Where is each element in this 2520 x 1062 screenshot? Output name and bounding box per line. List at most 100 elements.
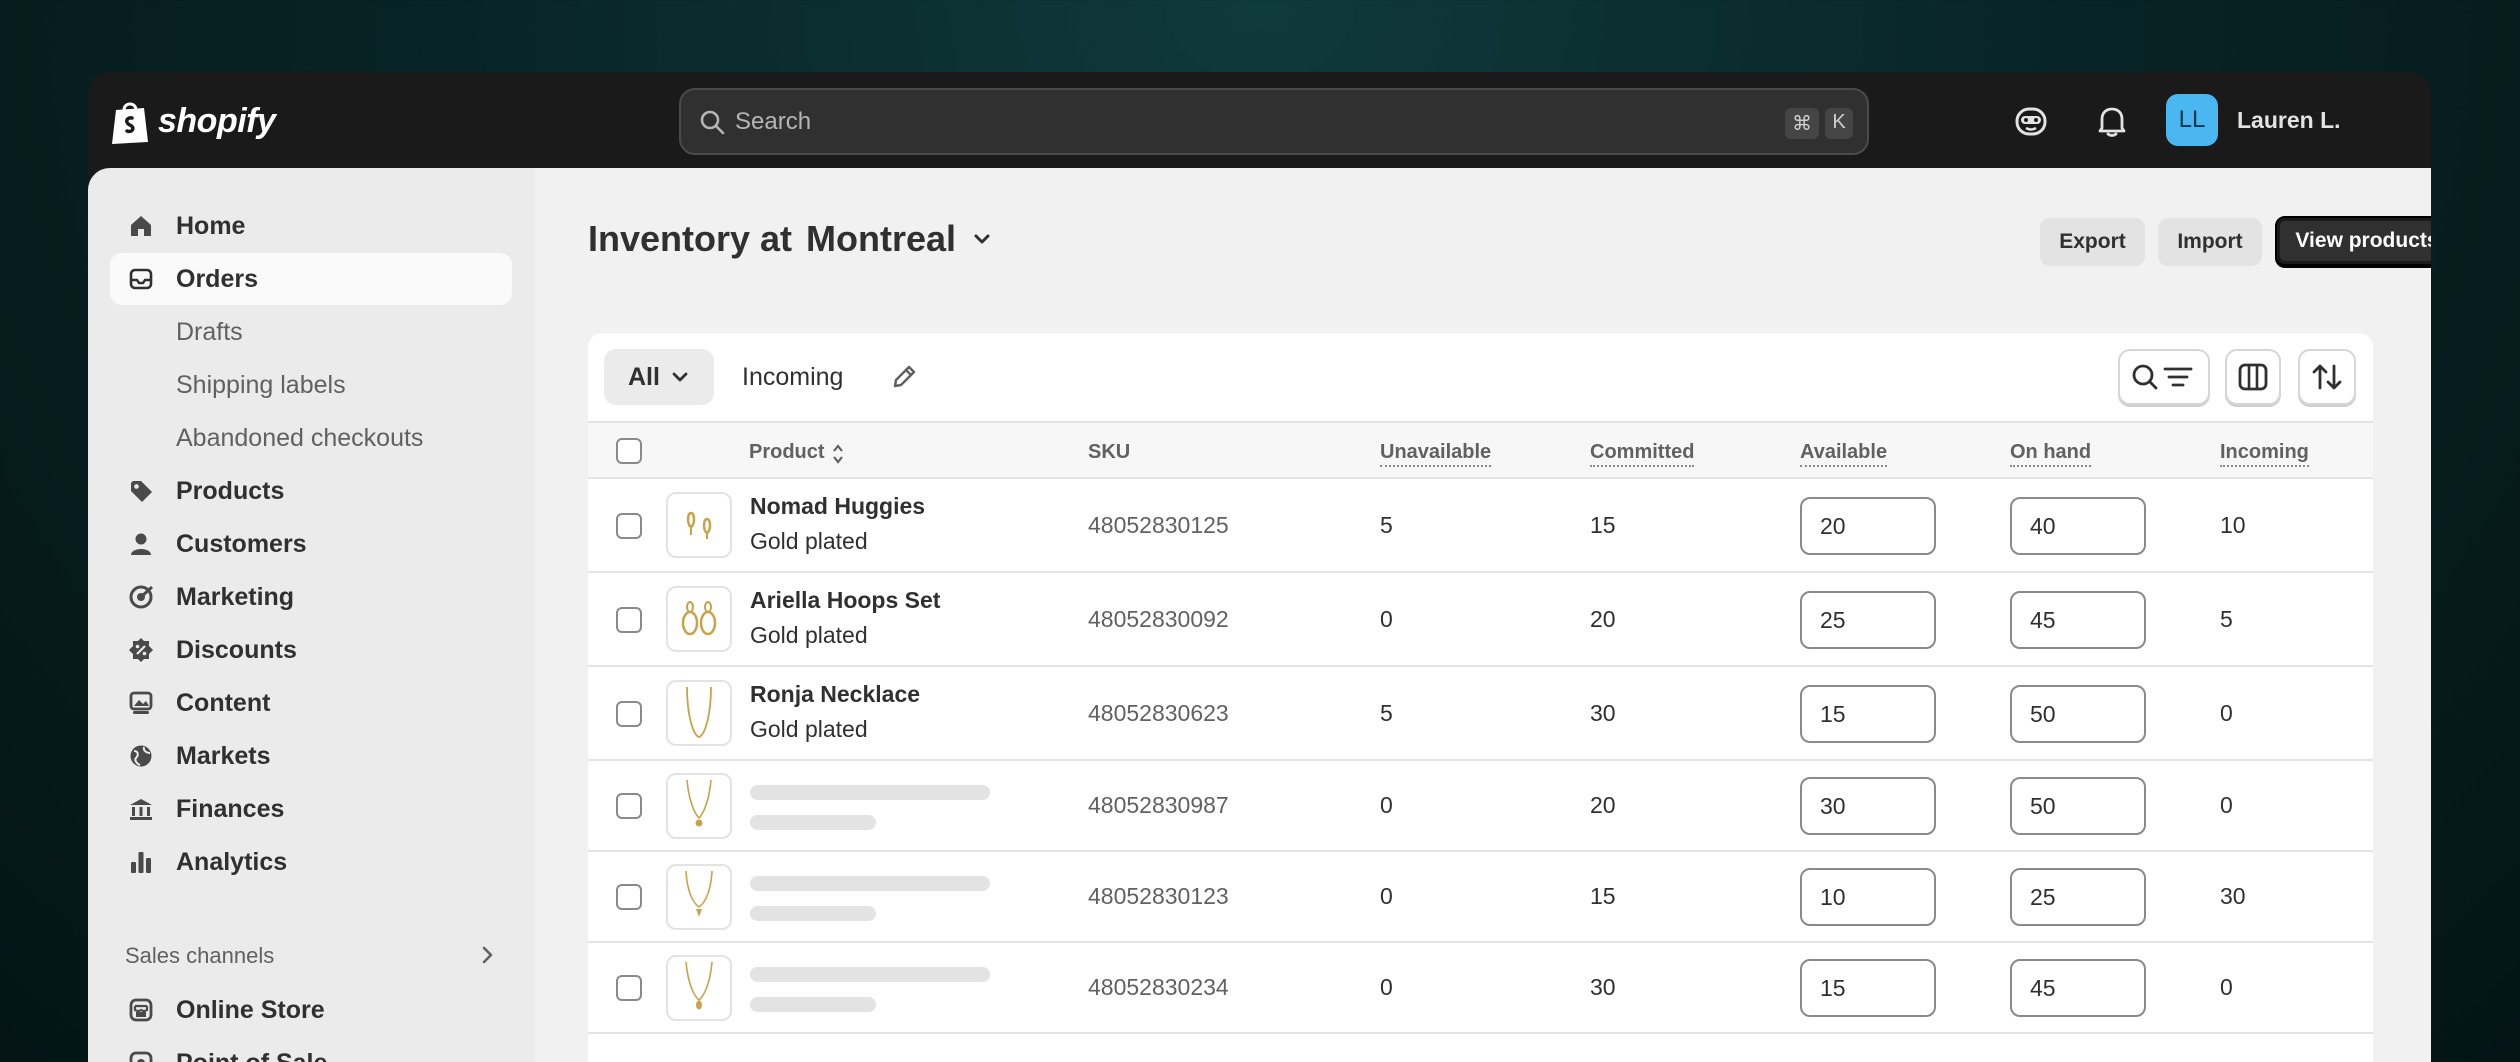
product-thumbnail <box>666 586 732 652</box>
search-filter-button[interactable] <box>2118 349 2210 405</box>
row-checkbox[interactable] <box>616 701 642 727</box>
column-header-committed[interactable]: Committed <box>1590 441 1695 467</box>
sidebar-item-label: Finances <box>176 794 285 823</box>
sidebar-item-markets[interactable]: Markets <box>110 730 512 782</box>
column-header-available[interactable]: Available <box>1800 441 1888 467</box>
select-all-checkbox[interactable] <box>616 438 642 464</box>
table-row[interactable]: Ariella Hoops Set Gold plated 4805283009… <box>588 573 2373 667</box>
on-hand-input[interactable]: 25 <box>2010 868 2146 926</box>
loading-skeleton <box>750 815 876 830</box>
sidebar-item-online-store[interactable]: Online Store <box>110 984 512 1036</box>
on-hand-input[interactable]: 50 <box>2010 777 2146 835</box>
import-button[interactable]: Import <box>2158 218 2262 266</box>
sidebar-item-marketing[interactable]: Marketing <box>110 571 512 623</box>
available-input[interactable]: 15 <box>1800 959 1936 1017</box>
row-checkbox[interactable] <box>616 884 642 910</box>
shopify-logo[interactable]: shopify <box>110 98 276 144</box>
table-row[interactable]: Nomad Huggies Gold plated 48052830125 5 … <box>588 479 2373 573</box>
committed-value: 20 <box>1590 792 1616 818</box>
table-row[interactable]: 48052830987 0 20 30 50 0 <box>588 761 2373 852</box>
tab-label: Incoming <box>742 362 844 391</box>
sidebar-item-label: Discounts <box>176 635 297 664</box>
avatar[interactable]: LL <box>2166 94 2218 146</box>
command-key: ⌘ <box>1785 108 1819 139</box>
sidebar-item-content[interactable]: Content <box>110 677 512 729</box>
row-checkbox[interactable] <box>616 793 642 819</box>
product-thumbnail <box>666 864 732 930</box>
user-name[interactable]: Lauren L. <box>2237 107 2341 134</box>
product-name[interactable]: Ronja Necklace <box>750 681 920 708</box>
available-input[interactable]: 15 <box>1800 685 1936 743</box>
tab-all[interactable]: All <box>604 349 714 405</box>
location-selector[interactable]: Montreal <box>806 218 956 260</box>
row-checkbox[interactable] <box>616 975 642 1001</box>
pendant-necklace-image-icon <box>685 961 713 1010</box>
unavailable-value: 0 <box>1380 792 1393 818</box>
product-thumbnail <box>666 680 732 746</box>
orders-icon <box>129 268 153 290</box>
on-hand-input[interactable]: 45 <box>2010 959 2146 1017</box>
table-header: Product SKU Unavailable Committed Availa… <box>588 421 2373 479</box>
sidebar-item-orders[interactable]: Orders <box>110 253 512 305</box>
tab-incoming[interactable]: Incoming <box>726 349 866 405</box>
chevron-down-icon <box>672 372 688 382</box>
edit-pencil-icon[interactable] <box>889 362 919 392</box>
export-button[interactable]: Export <box>2040 218 2145 266</box>
row-checkbox[interactable] <box>616 513 642 539</box>
sidebar-item-point-of-sale[interactable]: Point of Sale <box>110 1037 512 1062</box>
chevron-right-icon[interactable] <box>478 944 498 966</box>
sidebar-item-abandoned-checkouts[interactable]: Abandoned checkouts <box>110 412 512 464</box>
sort-arrows-icon[interactable] <box>830 443 846 465</box>
loading-skeleton <box>750 876 990 891</box>
notifications-button[interactable] <box>2093 102 2131 140</box>
column-header-on-hand[interactable]: On hand <box>2010 441 2092 467</box>
sidebar-item-products[interactable]: Products <box>110 465 512 517</box>
available-input[interactable]: 10 <box>1800 868 1936 926</box>
sidebar-item-analytics[interactable]: Analytics <box>110 836 512 888</box>
sidebar-item-label: Home <box>176 211 246 240</box>
sidebar-subitem-label: Shipping labels <box>176 370 346 399</box>
sidebar-item-customers[interactable]: Customers <box>110 518 512 570</box>
incoming-value: 5 <box>2220 606 2233 632</box>
column-header-unavailable[interactable]: Unavailable <box>1380 441 1492 467</box>
available-input[interactable]: 25 <box>1800 591 1936 649</box>
search-input[interactable]: Search ⌘ K <box>679 88 1869 155</box>
on-hand-input[interactable]: 40 <box>2010 497 2146 555</box>
product-variant: Gold plated <box>750 528 868 554</box>
table-row[interactable]: 48052830123 0 15 10 25 30 <box>588 852 2373 943</box>
search-filter-icon <box>2132 364 2193 390</box>
sidekick-button[interactable] <box>2012 102 2050 140</box>
incoming-value: 10 <box>2220 512 2246 538</box>
columns-button[interactable] <box>2225 349 2281 405</box>
sidebar-item-drafts[interactable]: Drafts <box>110 306 512 358</box>
on-hand-input[interactable]: 45 <box>2010 591 2146 649</box>
row-checkbox[interactable] <box>616 607 642 633</box>
sidebar-item-label: Orders <box>176 264 258 293</box>
sidebar-item-discounts[interactable]: Discounts <box>110 624 512 676</box>
sku-value: 48052830234 <box>1088 974 1229 1000</box>
target-icon <box>129 585 154 609</box>
available-input[interactable]: 20 <box>1800 497 1936 555</box>
available-input[interactable]: 30 <box>1800 777 1936 835</box>
person-icon <box>131 533 151 555</box>
column-header-product[interactable]: Product <box>749 441 825 464</box>
product-name[interactable]: Ariella Hoops Set <box>750 587 940 614</box>
column-header-incoming[interactable]: Incoming <box>2220 441 2309 467</box>
main-content: Inventory at Montreal Export Import View… <box>535 168 2431 1062</box>
product-variant: Gold plated <box>750 716 868 742</box>
table-row[interactable]: Ronja Necklace Gold plated 48052830623 5… <box>588 667 2373 761</box>
committed-value: 15 <box>1590 512 1616 538</box>
sidebar-item-shipping-labels[interactable]: Shipping labels <box>110 359 512 411</box>
sidebar-item-finances[interactable]: Finances <box>110 783 512 835</box>
committed-value: 20 <box>1590 606 1616 632</box>
sort-button[interactable] <box>2298 349 2356 405</box>
unavailable-value: 5 <box>1380 700 1393 726</box>
on-hand-input[interactable]: 50 <box>2010 685 2146 743</box>
incoming-value: 30 <box>2220 883 2246 909</box>
pendant-necklace-image-icon <box>686 779 712 827</box>
sidebar-item-home[interactable]: Home <box>110 200 512 252</box>
chevron-down-icon[interactable] <box>970 227 994 251</box>
table-row[interactable]: 48052830234 0 30 15 45 0 <box>588 943 2373 1034</box>
view-products-button[interactable]: View products <box>2275 216 2431 266</box>
product-name[interactable]: Nomad Huggies <box>750 493 925 520</box>
